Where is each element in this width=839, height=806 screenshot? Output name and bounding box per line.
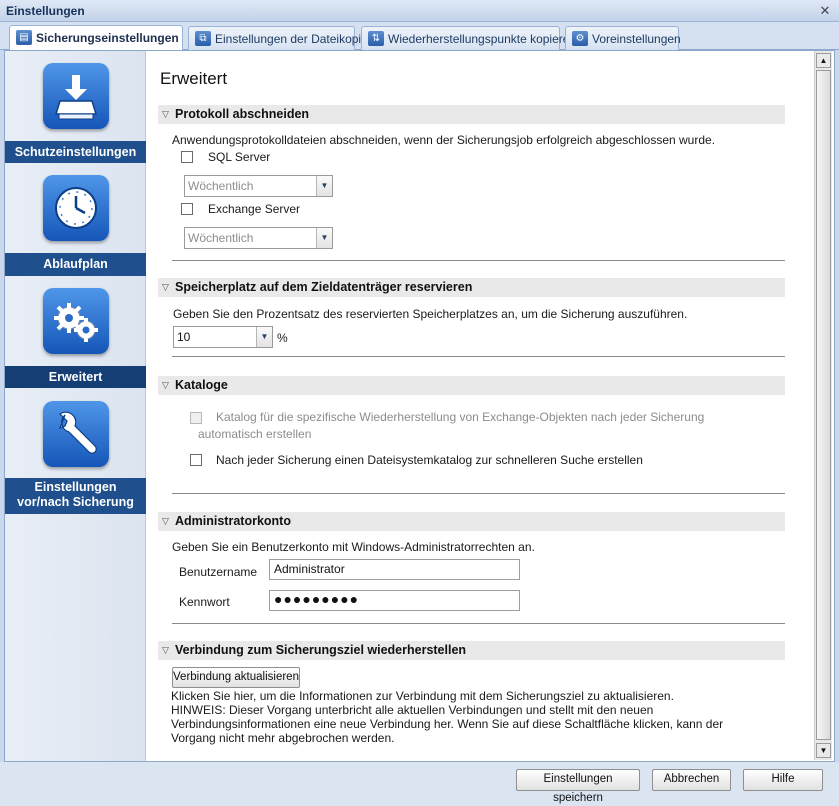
- section-divider: [172, 356, 785, 357]
- chevron-down-icon[interactable]: ▼: [316, 228, 332, 248]
- collapse-triangle-icon[interactable]: ▽: [162, 109, 169, 120]
- username-label: Benutzername: [179, 565, 258, 579]
- sql-server-label: SQL Server: [208, 150, 271, 164]
- sql-server-checkbox[interactable]: [181, 151, 193, 163]
- page-title: Erweitert: [160, 69, 228, 88]
- section-divider: [172, 493, 785, 494]
- title-bar: Einstellungen ✕: [0, 0, 839, 22]
- tab-preferences[interactable]: ⚙ Voreinstellungen: [565, 26, 681, 50]
- log-truncation-description: Anwendungsprotokolldateien abschneiden, …: [172, 133, 716, 147]
- sidebar-item-protection[interactable]: Schutzeinstellungen: [5, 51, 146, 164]
- select-value: 10: [177, 330, 191, 344]
- collapse-triangle-icon[interactable]: ▽: [162, 380, 169, 391]
- username-input[interactable]: Administrator: [269, 559, 520, 580]
- chevron-down-icon[interactable]: ▼: [256, 327, 272, 347]
- sidebar-item-schedule[interactable]: Ablaufplan: [5, 164, 146, 276]
- collapse-triangle-icon[interactable]: ▽: [162, 516, 169, 527]
- password-label: Kennwort: [179, 595, 230, 609]
- section-catalogs[interactable]: ▽ Kataloge: [158, 376, 785, 395]
- exchange-server-label: Exchange Server: [208, 202, 301, 216]
- scroll-up-icon[interactable]: ▲: [816, 53, 831, 68]
- clock-icon: [43, 175, 109, 241]
- tab-label: Sicherungseinstellungen: [36, 31, 179, 45]
- exchange-catalog-label-line1: Katalog für die spezifische Wiederherste…: [216, 410, 705, 424]
- sidebar-item-label: Schutzeinstellungen: [5, 141, 146, 163]
- tab-label: Einstellungen der Dateikopie: [215, 32, 368, 46]
- reserve-percent-select[interactable]: 10 ▼: [173, 326, 273, 348]
- main-content: Erweitert ▽ Protokoll abschneiden Anwend…: [146, 51, 814, 760]
- exchange-server-checkbox[interactable]: [181, 203, 193, 215]
- preferences-gear-icon: ⚙: [572, 31, 588, 46]
- tab-label: Wiederherstellungspunkte kopieren: [388, 32, 577, 46]
- refresh-connection-button[interactable]: Verbindung aktualisieren: [172, 667, 300, 688]
- window-title: Einstellungen: [6, 4, 85, 18]
- drive-download-icon: [43, 63, 109, 129]
- collapse-triangle-icon[interactable]: ▽: [162, 645, 169, 656]
- cancel-button[interactable]: Abbrechen: [652, 769, 731, 791]
- section-reserve-space[interactable]: ▽ Speicherplatz auf dem Zieldatenträger …: [158, 278, 785, 297]
- tab-bar: ▤ Sicherungseinstellungen ⧉ Einstellunge…: [0, 22, 839, 51]
- dialog-footer: Einstellungen speichern Abbrechen Hilfe: [0, 762, 839, 806]
- collapse-triangle-icon[interactable]: ▽: [162, 282, 169, 293]
- exchange-frequency-select[interactable]: Wöchentlich ▼: [184, 227, 333, 249]
- section-heading: Kataloge: [175, 378, 228, 392]
- admin-description: Geben Sie ein Benutzerkonto mit Windows-…: [172, 540, 535, 554]
- help-button[interactable]: Hilfe: [743, 769, 823, 791]
- section-heading: Administratorkonto: [175, 514, 291, 528]
- sidebar-label-line2: vor/nach Sicherung: [17, 495, 134, 509]
- file-copy-icon: ⧉: [195, 31, 211, 46]
- recovery-points-icon: ⇅: [368, 31, 384, 46]
- section-heading: Verbindung zum Sicherungsziel wiederhers…: [175, 643, 467, 657]
- sidebar-label-line1: Einstellungen: [34, 480, 117, 494]
- backup-settings-icon: ▤: [16, 30, 32, 45]
- section-heading: Speicherplatz auf dem Zieldatenträger re…: [175, 280, 473, 294]
- section-divider: [172, 260, 785, 261]
- tab-label: Voreinstellungen: [592, 32, 681, 46]
- save-settings-button[interactable]: Einstellungen speichern: [516, 769, 640, 804]
- filesystem-catalog-label: Nach jeder Sicherung einen Dateisystemka…: [216, 453, 643, 467]
- sql-frequency-select[interactable]: Wöchentlich ▼: [184, 175, 333, 197]
- sidebar-item-label: Erweitert: [5, 366, 146, 388]
- reconnect-note: Klicken Sie hier, um die Informationen z…: [171, 689, 724, 745]
- select-value: Wöchentlich: [188, 179, 254, 193]
- sidebar-item-label: Einstellungen vor/nach Sicherung: [5, 478, 146, 514]
- section-admin-account[interactable]: ▽ Administratorkonto: [158, 512, 785, 531]
- sidebar-item-advanced[interactable]: Erweitert: [5, 276, 146, 388]
- section-log-truncation[interactable]: ▽ Protokoll abschneiden: [158, 105, 785, 124]
- gears-icon: [43, 288, 109, 354]
- percent-unit: %: [277, 331, 288, 345]
- sidebar-item-label: Ablaufplan: [5, 253, 146, 276]
- select-value: Wöchentlich: [188, 231, 254, 245]
- tab-backup-settings[interactable]: ▤ Sicherungseinstellungen: [9, 25, 183, 51]
- sidebar-item-pre-post-settings[interactable]: Einstellungen vor/nach Sicherung: [5, 388, 146, 514]
- chevron-down-icon[interactable]: ▼: [316, 176, 332, 196]
- sidebar: Schutzeinstellungen Ablaufplan Erweitert…: [5, 51, 146, 761]
- password-input[interactable]: ●●●●●●●●●: [269, 590, 520, 611]
- section-reconnect[interactable]: ▽ Verbindung zum Sicherungsziel wiederhe…: [158, 641, 785, 660]
- section-heading: Protokoll abschneiden: [175, 107, 310, 121]
- exchange-catalog-checkbox: [190, 412, 202, 424]
- filesystem-catalog-checkbox[interactable]: [190, 454, 202, 466]
- section-divider: [172, 623, 785, 624]
- vertical-scrollbar[interactable]: ▲ ▼: [814, 51, 832, 760]
- exchange-catalog-label-line2: automatisch erstellen: [198, 427, 312, 441]
- close-icon[interactable]: ✕: [817, 3, 833, 19]
- wrench-icon: [43, 401, 109, 467]
- scroll-down-icon[interactable]: ▼: [816, 743, 831, 758]
- tab-file-copy-settings[interactable]: ⧉ Einstellungen der Dateikopie: [188, 26, 368, 50]
- tab-copy-recovery-points[interactable]: ⇅ Wiederherstellungspunkte kopieren: [361, 26, 576, 50]
- scrollbar-thumb[interactable]: [816, 70, 831, 740]
- reserve-space-description: Geben Sie den Prozentsatz des reserviert…: [173, 307, 688, 321]
